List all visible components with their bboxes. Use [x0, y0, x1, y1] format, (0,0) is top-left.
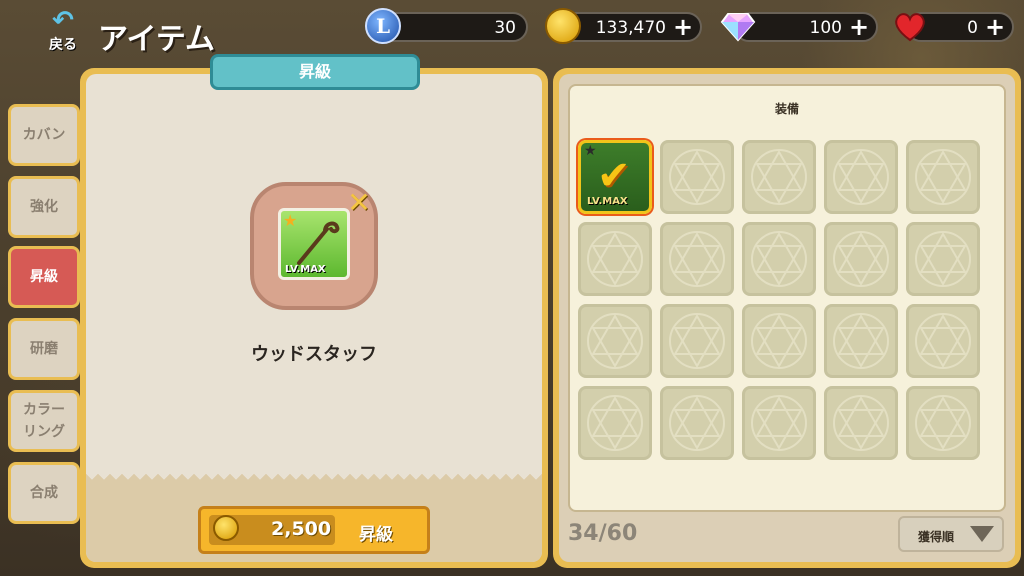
tab-coloring[interactable]: カラーリング: [8, 390, 80, 452]
tab-polish[interactable]: 研磨: [8, 318, 80, 380]
equipment-slot-empty[interactable]: [660, 304, 734, 378]
equipment-slot-empty[interactable]: [660, 386, 734, 460]
staff-icon: [297, 221, 340, 265]
empty-slot-icon: [751, 231, 807, 287]
equipment-slot-empty[interactable]: [824, 386, 898, 460]
empty-slot-icon: [833, 231, 889, 287]
empty-slot-icon: [751, 395, 807, 451]
equipment-slot-empty[interactable]: [906, 304, 980, 378]
selected-item-slot[interactable]: ★ LV.MAX: [278, 208, 350, 280]
upgrade-cost: 2,500: [271, 518, 332, 540]
empty-slot-icon: [669, 149, 725, 205]
equipment-slot-empty[interactable]: [578, 386, 652, 460]
empty-slot-icon: [833, 313, 889, 369]
gem-value: 100: [809, 18, 842, 38]
equipment-slot-empty[interactable]: [660, 140, 734, 214]
tab-synthesis-label: 合成: [30, 485, 58, 501]
equipment-slot-empty[interactable]: [742, 222, 816, 296]
tab-promote[interactable]: 昇級: [8, 246, 80, 308]
sort-dropdown[interactable]: 獲得順: [898, 516, 1004, 552]
chevron-down-icon: [970, 526, 994, 542]
empty-slot-icon: [833, 149, 889, 205]
equipment-slot-empty[interactable]: [824, 140, 898, 214]
empty-slot-icon: [915, 395, 971, 451]
empty-slot-icon: [669, 313, 725, 369]
equipment-slot-empty[interactable]: [742, 304, 816, 378]
equipment-slot-empty[interactable]: [824, 222, 898, 296]
empty-slot-icon: [751, 313, 807, 369]
add-gem-button[interactable]: +: [848, 15, 870, 39]
equipment-header: 装備: [774, 102, 799, 116]
tab-bag[interactable]: カバン: [8, 104, 80, 166]
add-gold-button[interactable]: +: [672, 15, 694, 39]
heart-value: 0: [967, 18, 978, 38]
upgrade-panel-inner: [86, 74, 542, 562]
page-title: アイテム: [98, 22, 215, 57]
back-label: 戻る: [49, 37, 77, 53]
empty-slot-icon: [587, 231, 643, 287]
star-icon: ★: [584, 143, 597, 159]
equipment-slot-empty[interactable]: [742, 386, 816, 460]
upgrade-button[interactable]: 2,500 昇級: [198, 506, 430, 554]
level-value: 30: [494, 18, 516, 38]
level-icon: L: [365, 8, 401, 44]
back-button[interactable]: ↶ 戻る: [40, 8, 86, 54]
zigzag-divider: [86, 474, 542, 484]
equipment-slot-empty[interactable]: [742, 140, 816, 214]
equipment-slot-empty[interactable]: [906, 386, 980, 460]
empty-slot-icon: [915, 313, 971, 369]
equipment-slot-empty[interactable]: [824, 304, 898, 378]
add-heart-button[interactable]: +: [984, 15, 1006, 39]
empty-slot-icon: [669, 231, 725, 287]
checkmark-icon: ✔: [597, 153, 631, 199]
empty-slot-icon: [915, 149, 971, 205]
tab-promote-label: 昇級: [30, 269, 58, 285]
tab-synthesis[interactable]: 合成: [8, 462, 80, 524]
empty-slot-icon: [669, 395, 725, 451]
heart-icon: [892, 8, 928, 44]
tab-coloring-label: カラーリング: [23, 402, 65, 440]
gem-icon: [720, 8, 756, 44]
tab-enhance-label: 強化: [30, 199, 58, 215]
item-name: ウッドスタッフ: [251, 344, 377, 365]
item-level-label: LV.MAX: [285, 264, 326, 275]
gold-coin-icon: [213, 515, 239, 541]
equipment-slot-empty[interactable]: [906, 140, 980, 214]
remove-item-icon[interactable]: ✕: [346, 189, 372, 217]
upgrade-panel: [80, 68, 548, 568]
sort-label: 獲得順: [918, 530, 955, 544]
tab-bag-label: カバン: [22, 127, 66, 143]
upgrade-action-label: 昇級: [359, 525, 393, 545]
equipment-slot-empty[interactable]: [578, 304, 652, 378]
tab-polish-label: 研磨: [30, 341, 58, 357]
equipment-slot-selected[interactable]: ★ ✔ LV.MAX: [578, 140, 652, 214]
tab-enhance[interactable]: 強化: [8, 176, 80, 238]
slot-level-label: LV.MAX: [587, 196, 628, 207]
equipment-slot-empty[interactable]: [660, 222, 734, 296]
equipment-slot-empty[interactable]: [578, 222, 652, 296]
back-arrow-icon: ↶: [52, 6, 74, 36]
empty-slot-icon: [833, 395, 889, 451]
gold-coin-icon: [545, 8, 581, 44]
empty-slot-icon: [587, 313, 643, 369]
empty-slot-icon: [915, 231, 971, 287]
inventory-count: 34/60: [568, 521, 638, 546]
gold-value: 133,470: [595, 18, 666, 38]
upgrade-panel-tag: 昇級: [210, 54, 420, 90]
empty-slot-icon: [587, 395, 643, 451]
empty-slot-icon: [751, 149, 807, 205]
equipment-slot-empty[interactable]: [906, 222, 980, 296]
